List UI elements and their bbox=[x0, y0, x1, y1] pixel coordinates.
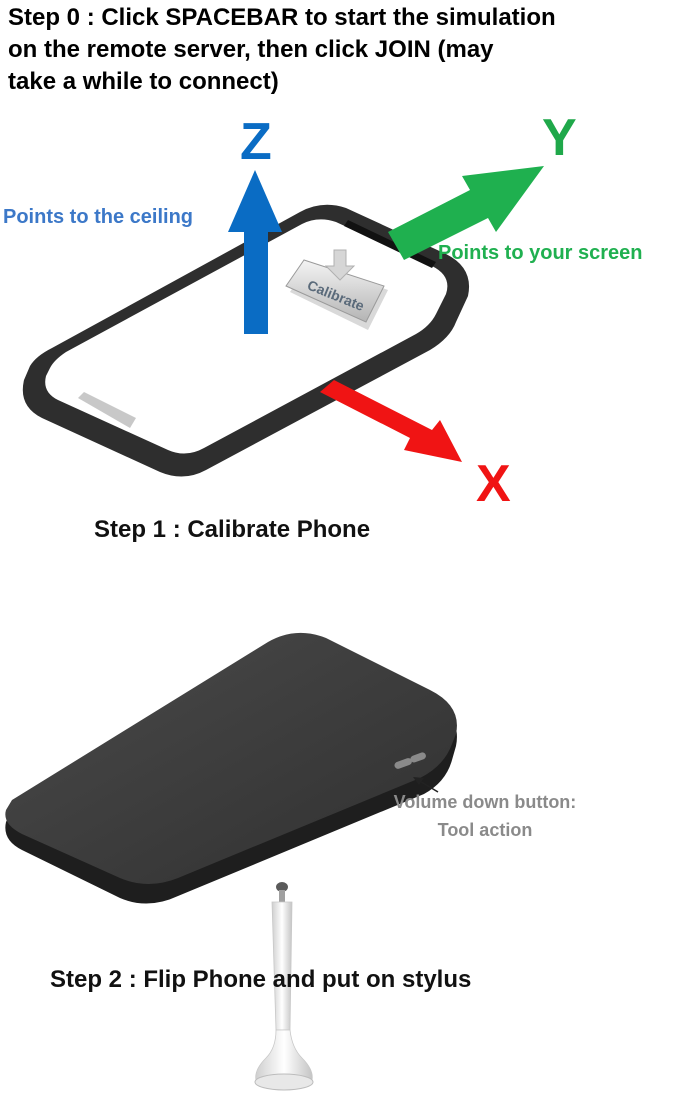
step-1-title: Step 1 : Calibrate Phone bbox=[94, 516, 371, 543]
z-axis-caption: Points to the ceiling bbox=[3, 206, 194, 228]
x-axis-arrow bbox=[320, 380, 462, 462]
phone-back bbox=[5, 632, 457, 884]
y-axis-caption: Points to your screen bbox=[438, 242, 643, 264]
volume-button-caption: Volume down button: Tool action bbox=[393, 792, 577, 840]
step-2-title: Step 2 : Flip Phone and put on stylus bbox=[50, 966, 472, 993]
x-axis-letter: X bbox=[476, 455, 511, 513]
y-axis-letter: Y bbox=[542, 109, 577, 167]
z-axis-letter: Z bbox=[240, 113, 272, 171]
phone-flipped bbox=[5, 632, 457, 904]
